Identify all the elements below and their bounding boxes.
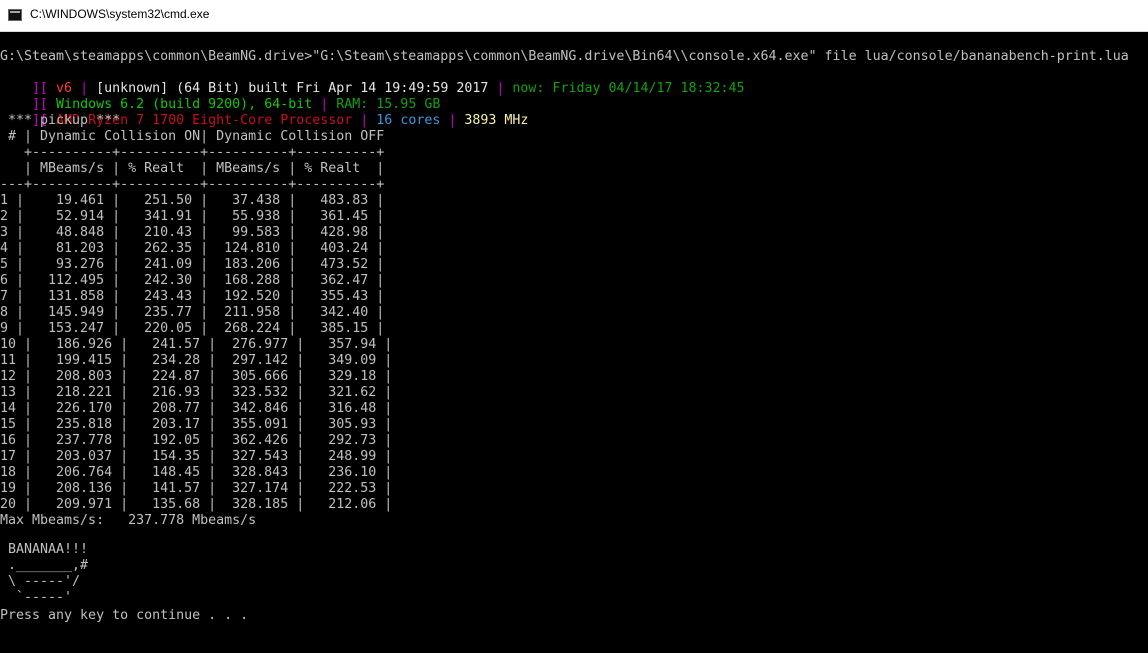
table-line: 1 | 19.461 | 251.50 | 37.438 | 483.83 |: [0, 193, 385, 208]
table-line: 17 | 203.037 | 154.35 | 327.543 | 248.99…: [0, 449, 393, 464]
separator: |: [488, 81, 513, 96]
table-line: 13 | 218.221 | 216.93 | 323.532 | 321.62…: [0, 385, 393, 400]
current-time: now: Friday 04/14/17 18:32:45: [512, 81, 745, 96]
table-line: | MBeams/s | % Realt | MBeams/s | % Real…: [0, 161, 385, 176]
banana-line: ._______,#: [0, 558, 89, 573]
banana-line: `-----': [0, 590, 73, 605]
table-line: 5 | 93.276 | 241.09 | 183.206 | 473.52 |: [0, 257, 385, 272]
info-line-cpu: ][ AMD Ryzen 7 1700 Eight-Core Processor…: [0, 97, 528, 128]
table-line: 19 | 208.136 | 141.57 | 327.174 | 222.53…: [0, 481, 393, 496]
core-count: 16 cores: [376, 113, 441, 128]
info-line-os: ][ Windows 6.2 (build 9200), 64-bit | RA…: [0, 81, 440, 112]
table-line: 3 | 48.848 | 210.43 | 99.583 | 428.98 |: [0, 225, 385, 240]
table-line: 20 | 209.971 | 135.68 | 328.185 | 212.06…: [0, 497, 393, 512]
table-line: 10 | 186.926 | 241.57 | 276.977 | 357.94…: [0, 337, 393, 352]
table-line: +----------+----------+----------+------…: [0, 145, 385, 160]
table-line: 18 | 206.764 | 148.45 | 328.843 | 236.10…: [0, 465, 393, 480]
table-line: 11 | 199.415 | 234.28 | 297.142 | 349.09…: [0, 353, 393, 368]
banana-line: \ -----'/: [0, 574, 81, 589]
table-line: 7 | 131.858 | 243.43 | 192.520 | 355.43 …: [0, 289, 385, 304]
banana-line: BANANAA!!!: [0, 542, 89, 557]
table-line: 4 | 81.203 | 262.35 | 124.810 | 403.24 |: [0, 241, 385, 256]
window-title: C:\WINDOWS\system32\cmd.exe: [30, 7, 210, 21]
table-line: *** pickup ***: [0, 113, 121, 128]
command-line: G:\Steam\steamapps\common\BeamNG.drive>"…: [0, 49, 1129, 64]
table-line: ---+----------+----------+----------+---…: [0, 177, 385, 192]
continue-prompt: Press any key to continue . . .: [0, 608, 249, 623]
table-line: # | Dynamic Collision ON| Dynamic Collis…: [0, 129, 385, 144]
separator: |: [440, 113, 465, 128]
table-line: 8 | 145.949 | 235.77 | 211.958 | 342.40 …: [0, 305, 385, 320]
table-line: 12 | 208.803 | 224.87 | 305.666 | 329.18…: [0, 369, 393, 384]
table-line: 16 | 237.778 | 192.05 | 362.426 | 292.73…: [0, 433, 393, 448]
cmd-icon: [8, 9, 22, 21]
cpu-speed: 3893 MHz: [464, 113, 529, 128]
console-output[interactable]: G:\Steam\steamapps\common\BeamNG.drive>"…: [0, 43, 1148, 653]
table-line: 2 | 52.914 | 341.91 | 55.938 | 361.45 |: [0, 209, 385, 224]
table-line: 15 | 235.818 | 203.17 | 355.091 | 305.93…: [0, 417, 393, 432]
table-line: 14 | 226.170 | 208.77 | 342.846 | 316.48…: [0, 401, 393, 416]
separator: |: [352, 113, 377, 128]
table-line: Max Mbeams/s: 237.778 Mbeams/s: [0, 513, 257, 528]
title-bar: C:\WINDOWS\system32\cmd.exe: [0, 0, 1148, 32]
table-line: 9 | 153.247 | 220.05 | 268.224 | 385.15 …: [0, 321, 385, 336]
info-line-build: ][ v6 | [unknown] (64 Bit) built Fri Apr…: [0, 65, 745, 96]
table-line: 6 | 112.495 | 242.30 | 168.288 | 362.47 …: [0, 273, 385, 288]
